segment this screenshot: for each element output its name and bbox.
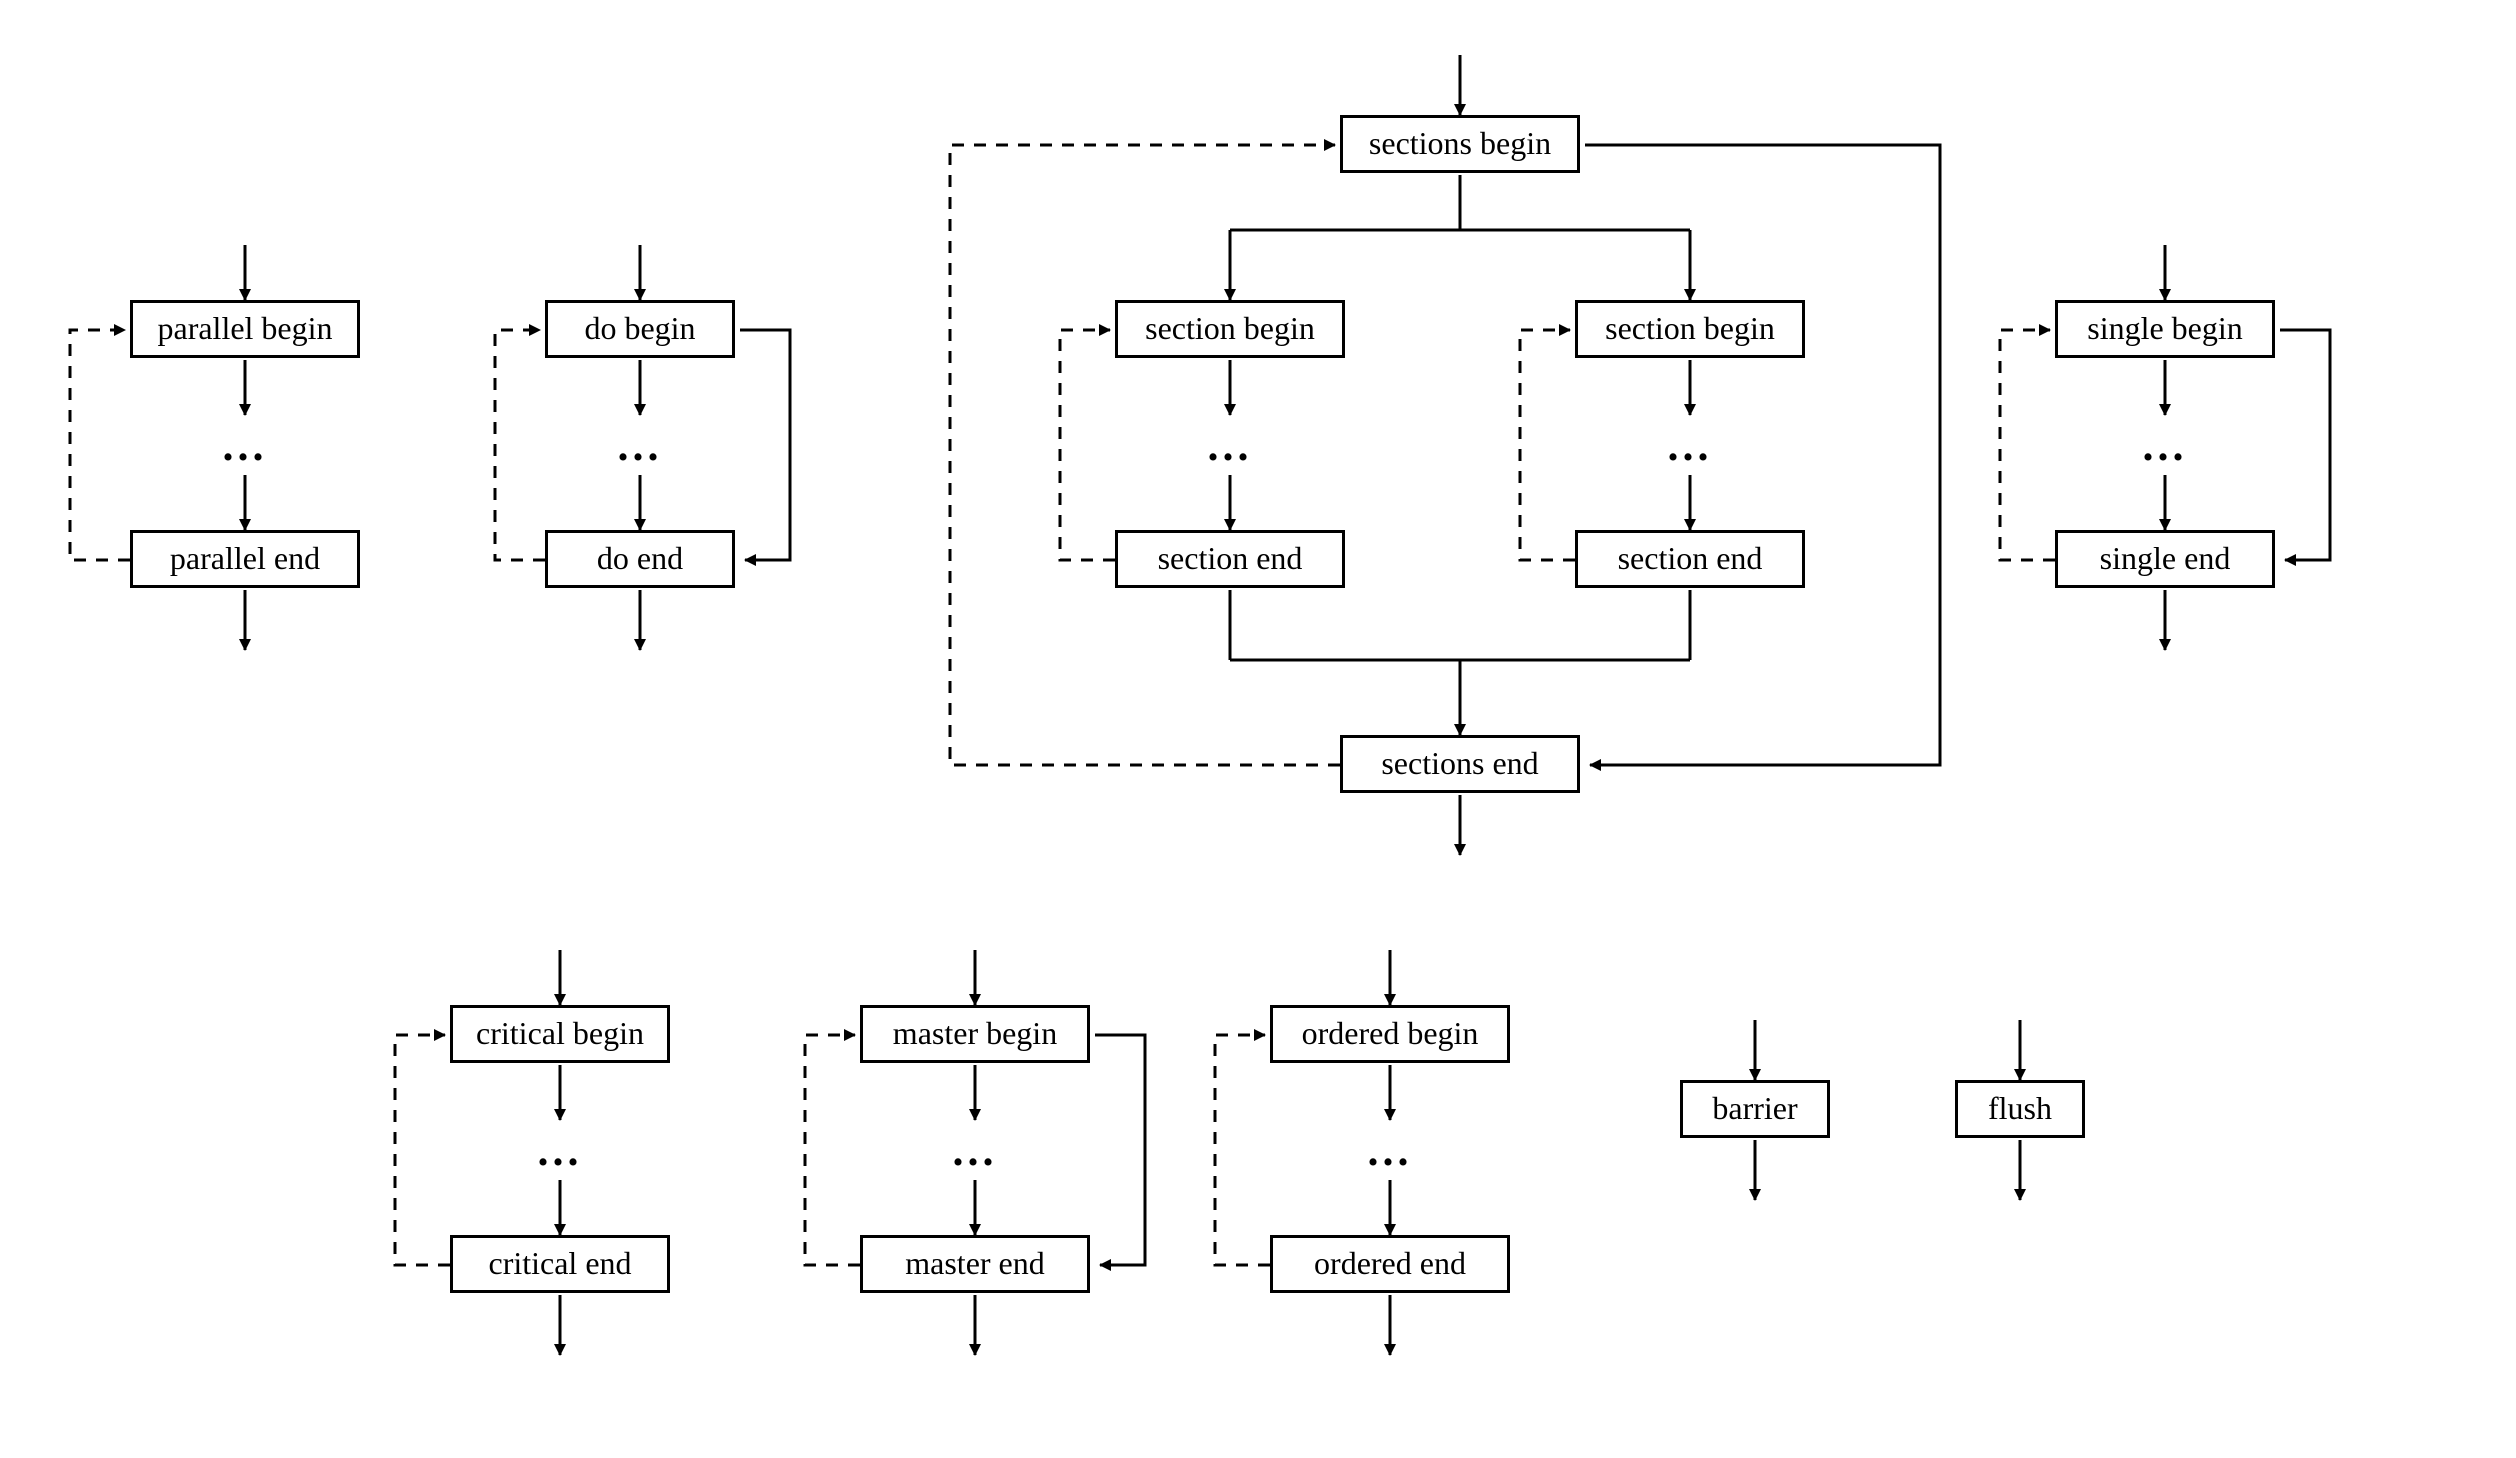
node-parallel-begin: parallel begin: [130, 300, 360, 358]
node-master-end: master end: [860, 1235, 1090, 1293]
ellipsis-parallel: ...: [215, 420, 275, 471]
node-section-right-end: section end: [1575, 530, 1805, 588]
arrows-layer: [0, 0, 2516, 1458]
node-parallel-end: parallel end: [130, 530, 360, 588]
node-section-left-begin: section begin: [1115, 300, 1345, 358]
node-do-end: do end: [545, 530, 735, 588]
ellipsis-do: ...: [610, 420, 670, 471]
node-sections-end: sections end: [1340, 735, 1580, 793]
node-ordered-end: ordered end: [1270, 1235, 1510, 1293]
node-single-end: single end: [2055, 530, 2275, 588]
ellipsis-single: ...: [2135, 420, 2195, 471]
node-master-begin: master begin: [860, 1005, 1090, 1063]
node-barrier: barrier: [1680, 1080, 1830, 1138]
node-do-begin: do begin: [545, 300, 735, 358]
node-critical-end: critical end: [450, 1235, 670, 1293]
ellipsis-ordered: ...: [1360, 1125, 1420, 1176]
node-ordered-begin: ordered begin: [1270, 1005, 1510, 1063]
node-single-begin: single begin: [2055, 300, 2275, 358]
node-section-left-end: section end: [1115, 530, 1345, 588]
diagram-canvas: parallel begin ... parallel end do begin…: [0, 0, 2516, 1458]
ellipsis-section-right: ...: [1660, 420, 1720, 471]
node-section-right-begin: section begin: [1575, 300, 1805, 358]
ellipsis-master: ...: [945, 1125, 1005, 1176]
node-flush: flush: [1955, 1080, 2085, 1138]
ellipsis-section-left: ...: [1200, 420, 1260, 471]
node-sections-begin: sections begin: [1340, 115, 1580, 173]
node-critical-begin: critical begin: [450, 1005, 670, 1063]
ellipsis-critical: ...: [530, 1125, 590, 1176]
